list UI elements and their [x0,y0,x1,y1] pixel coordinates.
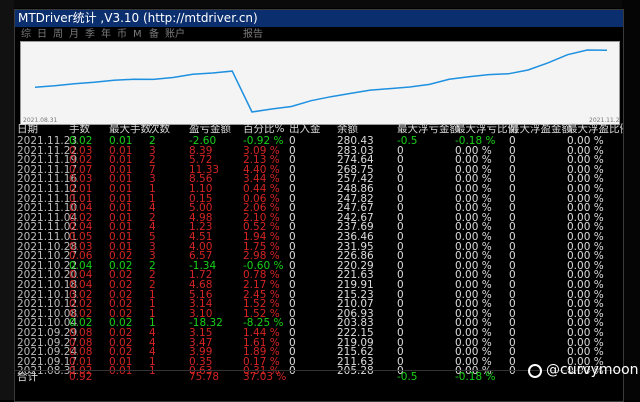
column-header[interactable]: 余额 [337,124,358,135]
column-header[interactable]: 最大浮盈比例 [567,124,623,135]
column-header[interactable]: 盈亏金额 [189,124,231,135]
column-header[interactable]: 最大手数 [109,124,151,135]
column-header[interactable]: 次数 [149,124,170,135]
watermark-text: @curvymoon [546,362,639,378]
toolbar-tab-7[interactable]: M [133,28,142,41]
column-header[interactable]: 日期 [17,124,38,135]
toolbar-tab-2[interactable]: 周 [53,28,63,41]
window-title[interactable]: MTDriver统计 ,V3.10 (http://mtdriver.cn) [15,10,623,27]
toolbar-tab-3[interactable]: 月 [69,28,79,41]
toolbar: 综日周月季年币 M 备账户 报告 [15,28,623,41]
total-pct: 37.03 % [243,371,287,383]
column-header[interactable]: 最大浮盈金额 [509,124,572,135]
column-header[interactable]: 手数 [69,124,90,135]
balance-chart: 2021.08.312021.11.23 [20,41,620,125]
background-top [0,0,640,8]
total-fl_pct: -0.18 % [455,371,496,383]
total-label: 合计 [17,371,38,383]
mtdriver-stats-window: MTDriver统计 ,V3.10 (http://mtdriver.cn) 综… [14,9,624,402]
balance-line [34,49,608,113]
column-header[interactable]: 最大浮亏金额 [397,124,460,135]
total-fl_amt: -0.5 [397,371,418,383]
toolbar-tab-5[interactable]: 年 [101,28,111,41]
toolbar-tab-8[interactable]: 备 [149,28,159,41]
column-header[interactable]: 百分比% [243,124,284,135]
column-header[interactable]: 出入金 [289,124,321,135]
balance-chart-svg: 2021.08.312021.11.23 [23,49,619,124]
background-right-panel [622,0,640,400]
toolbar-tab-10[interactable]: 报告 [243,28,263,41]
toolbar-tab-4[interactable]: 季 [85,28,95,41]
toolbar-tab-6[interactable]: 币 [117,28,127,41]
toolbar-tab-1[interactable]: 日 [37,28,47,41]
table-header: 日期 手数 最大手数 次数 盈亏金额 百分比% 出入金 余额 最大浮亏金额 最大浮亏比例 最大浮盈金… [15,124,623,135]
background-left-panel [0,0,14,400]
toolbar-tab-9[interactable]: 账户 [165,28,185,41]
total-pnl: 75.78 [189,371,220,383]
toolbar-tab-0[interactable]: 综 [21,28,31,41]
weibo-icon [528,364,542,378]
total-lots: 0.92 [69,371,93,383]
